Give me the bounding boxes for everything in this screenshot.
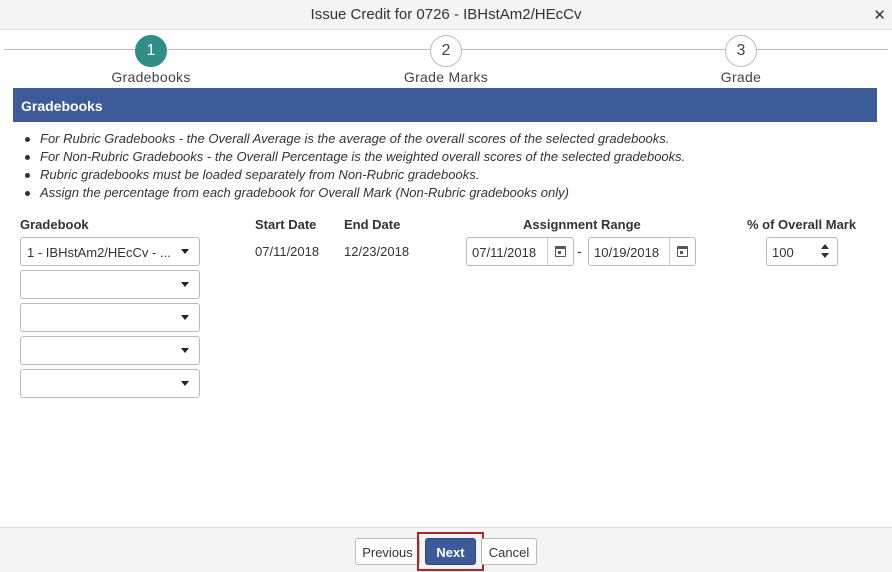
header-assignment-range: Assignment Range [523,217,641,232]
step-number: 3 [725,35,757,67]
instruction-item: For Rubric Gradebooks - the Overall Aver… [24,130,874,148]
calendar-icon[interactable] [669,238,695,265]
step-label: Gradebooks [111,69,191,85]
section-header: Gradebooks [13,88,877,122]
cancel-button[interactable]: Cancel [481,538,537,565]
range-from-value: 07/11/2018 [472,245,537,260]
range-from-date-input[interactable]: 07/11/2018 [466,237,574,266]
gradebook-select[interactable] [20,336,200,365]
wizard-stepper: 1 Gradebooks 2 Grade Marks 3 Grade [0,30,892,88]
header-overall-mark: % of Overall Mark [747,217,857,232]
caret-down-icon [181,315,189,320]
header-gradebook: Gradebook [20,217,89,232]
caret-down-icon [181,348,189,353]
close-icon[interactable]: ✕ [873,6,886,24]
step-grade-marks[interactable]: 2 Grade Marks [386,35,506,85]
step-number: 1 [135,35,167,67]
header-start-date: Start Date [255,217,317,232]
spin-down-icon[interactable] [821,253,829,258]
spin-arrows-icon[interactable] [821,244,829,260]
step-grade[interactable]: 3 Grade [681,35,801,85]
instruction-item: Assign the percentage from each gradeboo… [24,184,874,202]
gradebook-select[interactable] [20,270,200,299]
caret-down-icon [181,249,189,254]
header-end-date: End Date [344,217,401,232]
dialog-title-bar: Issue Credit for 0726 - IBHstAm2/HEcCv ✕ [0,0,892,30]
range-to-date-input[interactable]: 10/19/2018 [588,237,696,266]
step-label: Grade Marks [403,69,489,85]
spin-up-icon[interactable] [821,244,829,249]
instruction-item: For Non-Rubric Gradebooks - the Overall … [24,148,874,166]
gradebook-select-value: 1 - IBHstAm2/HEcCv - ... [27,245,171,260]
range-separator: - [577,243,582,259]
end-date-value: 12/23/2018 [344,244,410,259]
dialog-footer: Previous Next Cancel [0,527,892,572]
range-to-value: 10/19/2018 [594,245,660,260]
gradebook-select[interactable] [20,303,200,332]
overall-mark-stepper[interactable]: 100 [766,237,838,266]
instructions-list: For Rubric Gradebooks - the Overall Aver… [24,130,874,202]
caret-down-icon [181,282,189,287]
instruction-item: Rubric gradebooks must be loaded separat… [24,166,874,184]
step-label: Grade [720,69,762,85]
gradebook-select[interactable]: 1 - IBHstAm2/HEcCv - ... [20,237,200,266]
calendar-icon[interactable] [547,238,573,265]
next-button[interactable]: Next [425,538,476,565]
overall-mark-value: 100 [772,245,794,260]
previous-button[interactable]: Previous [355,538,420,565]
gradebook-select[interactable] [20,369,200,398]
step-number: 2 [430,35,462,67]
start-date-value: 07/11/2018 [255,244,320,259]
dialog-title: Issue Credit for 0726 - IBHstAm2/HEcCv [310,6,582,23]
step-gradebooks[interactable]: 1 Gradebooks [91,35,211,85]
caret-down-icon [181,381,189,386]
